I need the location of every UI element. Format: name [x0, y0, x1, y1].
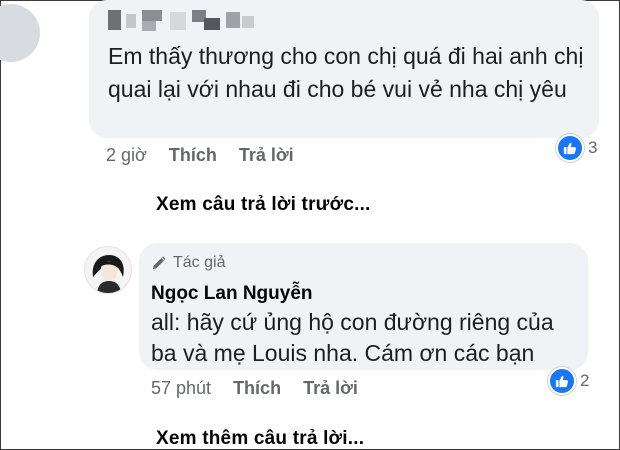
author-badge: Tác giả [151, 254, 225, 272]
like-button[interactable]: Thích [169, 145, 217, 166]
reply-reaction-summary[interactable]: 2 [548, 367, 589, 395]
reaction-summary[interactable]: 3 [556, 134, 597, 162]
thumbs-up-icon [556, 134, 584, 162]
reply-reply-button[interactable]: Trả lời [303, 378, 358, 399]
comment-timestamp[interactable]: 2 giờ [106, 145, 147, 166]
reply-timestamp[interactable]: 57 phút [151, 378, 211, 399]
comment-actions: 2 giờ Thích Trả lời [106, 145, 316, 166]
redacted-commenter-name [108, 8, 258, 32]
author-badge-label: Tác giả [173, 254, 226, 271]
reply-reaction-count: 2 [580, 371, 590, 390]
thumbs-up-icon [548, 367, 576, 395]
reply-text: all: hãy cứ ủng hộ con đường riêng của b… [151, 309, 554, 366]
view-previous-replies-link[interactable]: Xem câu trả lời trước... [156, 194, 371, 216]
author-avatar[interactable] [84, 246, 132, 294]
view-more-replies-link[interactable]: Xem thêm câu trả lời... [156, 428, 364, 450]
pencil-icon [152, 255, 166, 269]
reply-like-button[interactable]: Thích [233, 378, 281, 399]
comment-text: Em thấy thương cho con chị quá đi hai an… [108, 43, 584, 102]
reply-actions: 57 phút Thích Trả lời [151, 378, 380, 399]
reaction-count: 3 [588, 138, 598, 157]
reply-button[interactable]: Trả lời [239, 145, 294, 166]
reply-author-name[interactable]: Ngọc Lan Nguyễn [151, 283, 313, 305]
